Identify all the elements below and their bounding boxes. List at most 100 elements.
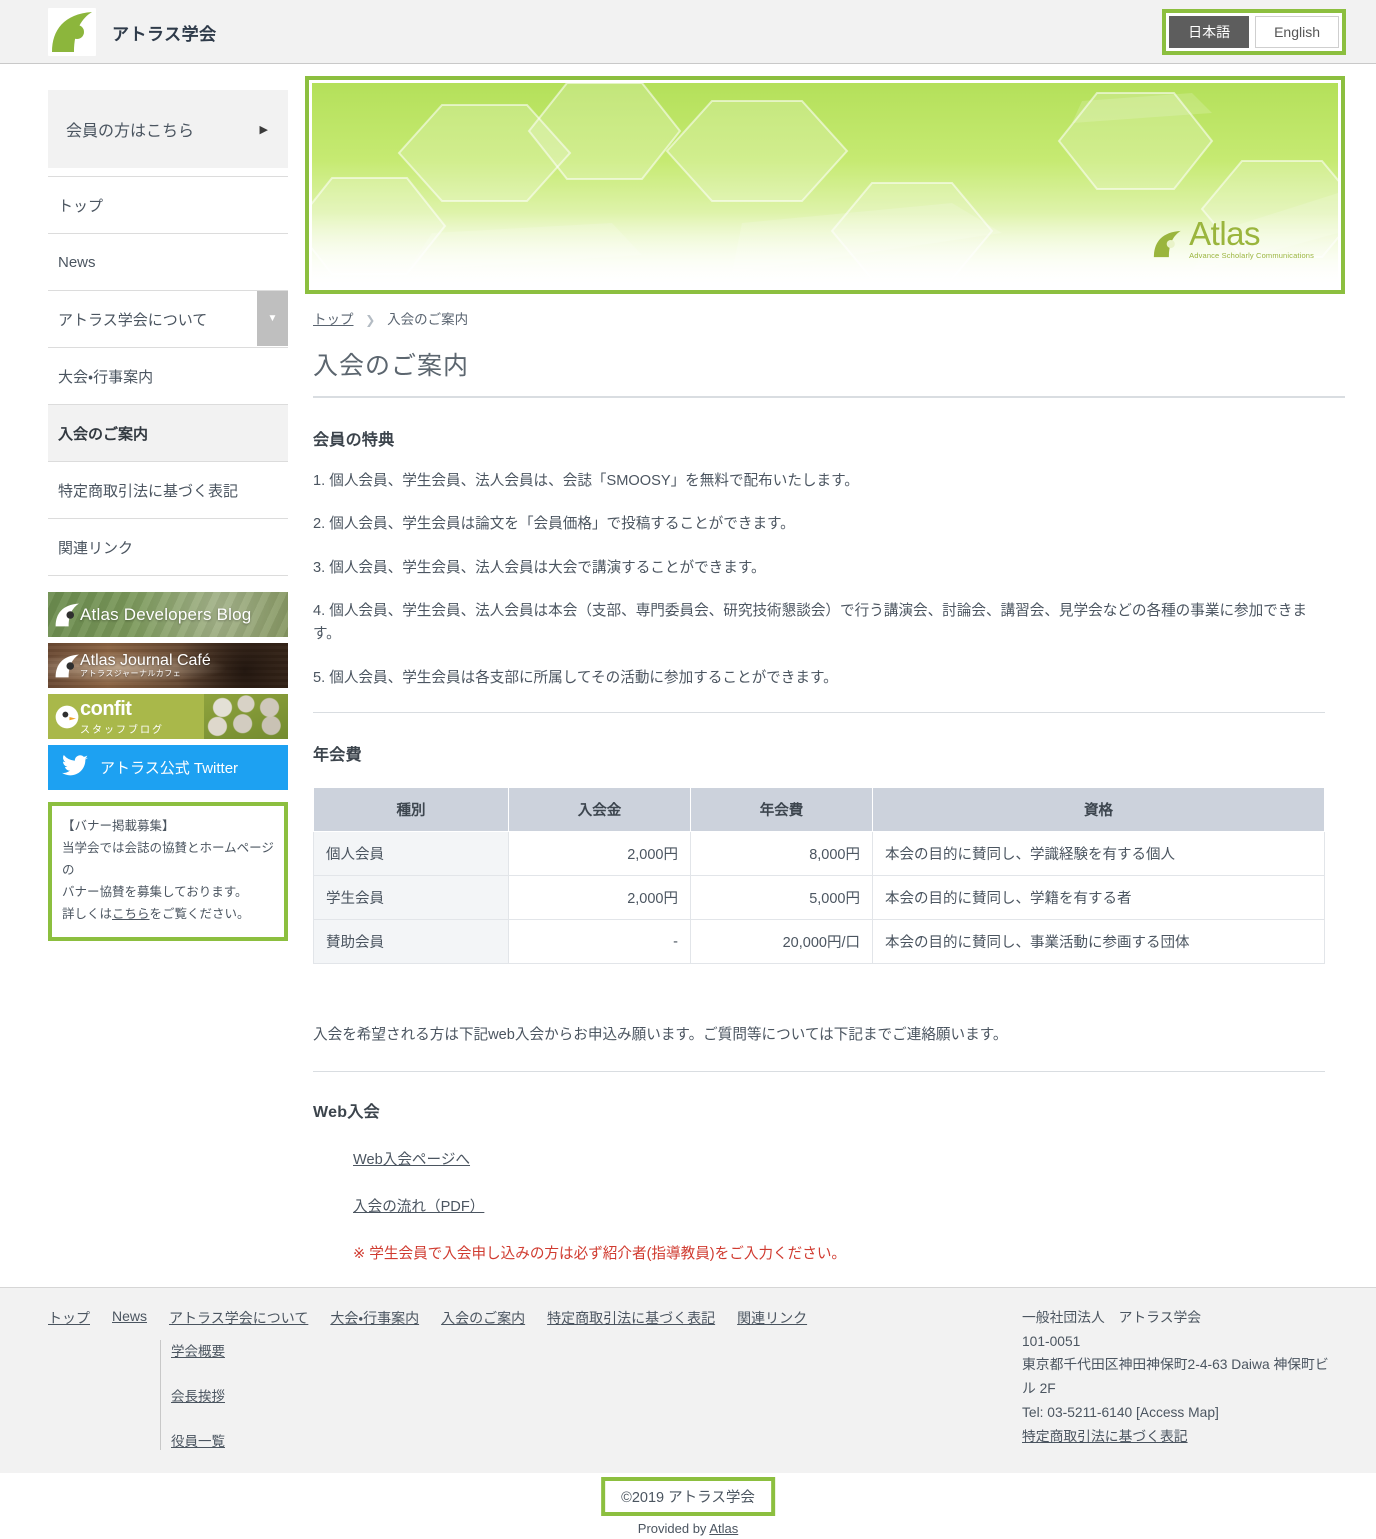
breadcrumb: トップ ❯ 入会のご案内 (313, 308, 1345, 328)
copyright-text: ©2019 アトラス学会 (601, 1477, 775, 1516)
breadcrumb-current: 入会のご案内 (387, 312, 469, 327)
triangle-right-icon: ▶ (259, 123, 268, 136)
banner-label: confit スタッフブログ (80, 698, 164, 736)
banner-label: Atlas Journal Café アトラスジャーナルカフェ (80, 651, 211, 678)
cell-type: 学生会員 (313, 875, 509, 921)
sidebar-item-links[interactable]: 関連リンク (48, 519, 288, 576)
footer-sub-nav: 学会概要 会長挨拶 役員一覧 (160, 1340, 225, 1450)
hero-atlas-logo: Atlas Advance Scholarly Communications (1152, 217, 1314, 260)
atlas-leaf-logo-icon (48, 8, 96, 56)
footer-link-news[interactable]: News (112, 1308, 147, 1328)
atlas-leaf-logo-icon (54, 602, 80, 628)
fees-heading: 年会費 (313, 747, 362, 765)
copyright-bar: ©2019 アトラス学会 Provided by Atlas (0, 1473, 1376, 1539)
hero-banner: Atlas Advance Scholarly Communications (312, 83, 1338, 287)
membership-flow-link-row: 入会の流れ（PDF） (353, 1195, 1345, 1216)
web-membership-heading: Web入会 (313, 1104, 380, 1122)
student-note: ※ 学生会員で入会申し込みの方は必ず紹介者(指導教員)をご入力ください。 (353, 1246, 847, 1263)
footer-link-related[interactable]: 関連リンク (737, 1308, 807, 1328)
provided-by-link[interactable]: Atlas (709, 1521, 738, 1536)
site-footer: トップ News アトラス学会について 大会・行事案内 入会のご案内 特定商取引… (0, 1287, 1376, 1474)
sidebar-item-legal[interactable]: 特定商取引法に基づく表記 (48, 462, 288, 519)
banner-recruitment-line1: 当学会では会誌の協賛とホームページの (62, 840, 274, 877)
page-root: アトラス学会 日本語 English 会員の方はこちら ▶ トップ News ア (0, 0, 1376, 1539)
table-row: 学生会員 2,000円 5,000円 本会の目的に賛同し、学籍を有する者 (313, 875, 1325, 921)
table-row: 個人会員 2,000円 8,000円 本会の目的に賛同し、学識経験を有する個人 (313, 831, 1325, 877)
benefit-item: 2. 個人会員、学生会員は論文を「会員価格」で投稿することができます。 (313, 516, 795, 533)
footer-tel: Tel: 03-5211-6140 [Access Map] (1022, 1404, 1219, 1420)
sidebar-item-label: 入会のご案内 (58, 425, 149, 443)
sidebar-item-label: 関連リンク (58, 539, 134, 557)
table-row: 賛助会員 - 20,000円/口 本会の目的に賛同し、事業活動に参画する団体 (313, 919, 1325, 965)
footer-sublink-greeting[interactable]: 会長挨拶 (171, 1385, 225, 1405)
hero-wordmark: Atlas Advance Scholarly Communications (1189, 217, 1314, 260)
footer-link-membership[interactable]: 入会のご案内 (441, 1308, 525, 1328)
footer-link-top[interactable]: トップ (48, 1308, 90, 1328)
sidebar-item-membership[interactable]: 入会のご案内 (48, 405, 288, 462)
benefit-item: 5. 個人会員、学生会員は各支部に所属してその活動に参加することができます。 (313, 669, 838, 686)
banner-confit-staff-blog[interactable]: confit スタッフブログ (48, 694, 288, 739)
banner-recruitment-line2: バナー協賛を募集しております。 (62, 884, 248, 899)
footer-sublink-overview[interactable]: 学会概要 (171, 1340, 225, 1360)
cell-annual-fee: 8,000円 (690, 831, 873, 877)
sidebar-item-about[interactable]: アトラス学会について ▼ (48, 291, 288, 348)
footer-nav: トップ News アトラス学会について 大会・行事案内 入会のご案内 特定商取引… (48, 1308, 807, 1328)
site-title: アトラス学会 (112, 24, 217, 44)
banner-recruitment-pre: 詳しくは (62, 906, 113, 921)
banner-label: アトラス公式 Twitter (100, 760, 239, 777)
cell-type: 個人会員 (313, 831, 509, 877)
lang-english-button[interactable]: English (1255, 16, 1339, 48)
footer-link-about[interactable]: アトラス学会について (169, 1308, 308, 1328)
hero-brand: Atlas (1189, 214, 1261, 252)
footer-org-name: 一般社団法人 アトラス学会 (1022, 1310, 1202, 1325)
chevron-down-icon[interactable]: ▼ (257, 291, 288, 346)
banner-atlas-official-twitter[interactable]: アトラス公式 Twitter (48, 745, 288, 790)
sidebar-item-news[interactable]: News (48, 234, 288, 291)
column-header-annual-fee: 年会費 (690, 787, 873, 833)
benefit-item: 3. 個人会員、学生会員、法人会員は大会で講演することができます。 (313, 559, 766, 576)
sidebar-item-label: News (58, 253, 96, 271)
table-header-row: 種別 入会金 年会費 資格 (313, 787, 1325, 833)
sidebar-item-label: 大会・行事案内 (58, 368, 154, 386)
provided-by-label: Provided by (637, 1521, 710, 1536)
membership-flow-pdf-link[interactable]: 入会の流れ（PDF） (353, 1199, 484, 1215)
atlas-leaf-logo-icon (1154, 230, 1181, 258)
banner-atlas-journal-cafe[interactable]: Atlas Journal Café アトラスジャーナルカフェ (48, 643, 288, 688)
footer-legal-link[interactable]: 特定商取引法に基づく表記 (1022, 1429, 1188, 1444)
provided-by: Provided by Atlas (638, 1521, 738, 1536)
footer-link-events[interactable]: 大会・行事案内 (330, 1308, 419, 1328)
breadcrumb-home-link[interactable]: トップ (313, 312, 354, 327)
banner-atlas-developers-blog[interactable]: Atlas Developers Blog (48, 592, 288, 637)
divider (313, 712, 1325, 714)
column-header-type: 種別 (313, 787, 509, 833)
fees-table: 種別 入会金 年会費 資格 個人会員 2,000円 8,000円 本会の目的に賛… (313, 787, 1325, 965)
banner-label: Atlas Developers Blog (80, 604, 252, 624)
footer-address: 一般社団法人 アトラス学会 101-0051 東京都千代田区神田神保町2-4-6… (1022, 1306, 1342, 1448)
banner-recruitment-box: 【バナー掲載募集】 当学会では会誌の協賛とホームページの バナー協賛を募集してお… (48, 802, 288, 942)
benefit-item: 1. 個人会員、学生会員、法人会員は、会誌「SMOOSY」を無料で配布いたします… (313, 473, 859, 489)
member-login-box[interactable]: 会員の方はこちら ▶ (48, 90, 288, 168)
cell-annual-fee: 20,000円/口 (690, 919, 873, 965)
sidebar-item-top[interactable]: トップ (48, 177, 288, 234)
sidebar-item-label: 特定商取引法に基づく表記 (58, 482, 239, 500)
cell-annual-fee: 5,000円 (690, 875, 873, 921)
hero-banner-highlight: Atlas Advance Scholarly Communications (305, 76, 1345, 294)
footer-link-legal[interactable]: 特定商取引法に基づく表記 (547, 1308, 715, 1328)
banner-recruitment-link[interactable]: こちら (112, 907, 150, 921)
apply-note: 入会を希望される方は下記web入会からお申込み願います。ご質問等については下記ま… (313, 1027, 1008, 1044)
sidebar-item-label: トップ (58, 197, 104, 215)
site-brand[interactable]: アトラス学会 (48, 8, 217, 56)
sidebar-item-label: アトラス学会について (58, 311, 208, 329)
banner-title: Atlas Journal Café (80, 651, 211, 669)
web-membership-page-link[interactable]: Web入会ページへ (353, 1152, 470, 1168)
sidebar-item-events[interactable]: 大会・行事案内 (48, 348, 288, 405)
lang-japanese-button[interactable]: 日本語 (1169, 16, 1250, 48)
footer-sublink-officers[interactable]: 役員一覧 (171, 1430, 225, 1450)
sidebar-nav: トップ News アトラス学会について ▼ 大会・行事案内 入会のご案内 特定商… (48, 176, 288, 576)
twitter-bird-icon (62, 754, 88, 781)
site-header: アトラス学会 日本語 English (0, 0, 1376, 64)
banner-recruitment-post: をご覧ください。 (149, 906, 250, 921)
page-title: 入会のご案内 (313, 346, 1345, 398)
cell-admission-fee: 2,000円 (508, 875, 691, 921)
member-login-label: 会員の方はこちら (66, 123, 195, 140)
